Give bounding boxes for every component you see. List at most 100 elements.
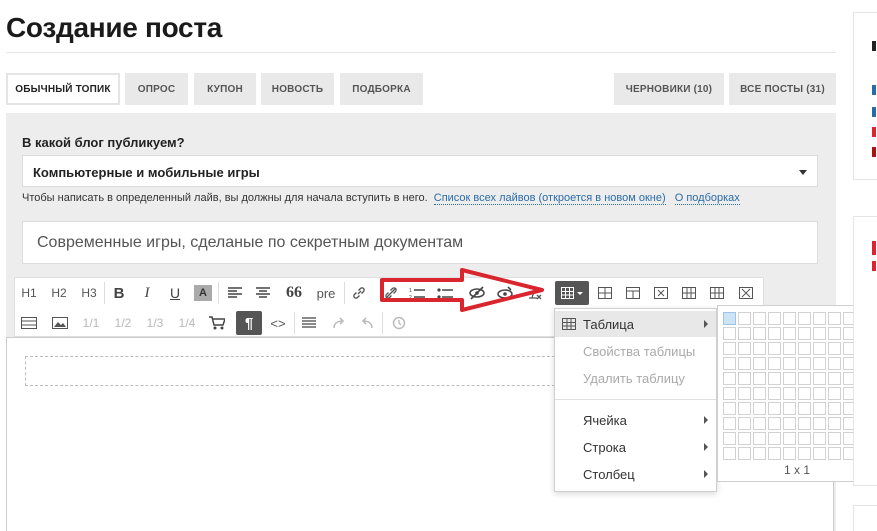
table-size-cell[interactable] [738, 402, 751, 415]
bold-button[interactable]: B [108, 282, 130, 304]
table-size-cell[interactable] [738, 432, 751, 445]
column-1-1-button[interactable]: 1/1 [78, 312, 104, 334]
menu-item-row[interactable]: Строка [555, 434, 716, 460]
table-size-cell[interactable] [723, 342, 736, 355]
insert-table-row-below-icon[interactable] [622, 282, 644, 304]
table-size-cell[interactable] [783, 387, 796, 400]
table-size-cell[interactable] [768, 417, 781, 430]
tab-drafts[interactable]: Черновики (10) [614, 73, 724, 105]
table-size-cell[interactable] [813, 312, 826, 325]
table-size-cell[interactable] [753, 327, 766, 340]
table-size-cell[interactable] [783, 432, 796, 445]
table-size-cell[interactable] [753, 342, 766, 355]
column-1-4-button[interactable]: 1/4 [174, 312, 200, 334]
table-size-cell[interactable] [783, 327, 796, 340]
table-size-cell[interactable] [768, 387, 781, 400]
table-size-cell[interactable] [828, 312, 841, 325]
align-center-icon[interactable] [252, 282, 274, 304]
table-size-cell[interactable] [723, 432, 736, 445]
table-size-cell[interactable] [768, 447, 781, 460]
table-size-cell[interactable] [768, 357, 781, 370]
h3-button[interactable]: H3 [77, 282, 101, 304]
table-size-cell[interactable] [783, 372, 796, 385]
table-size-cell[interactable] [768, 432, 781, 445]
table-size-cell[interactable] [723, 312, 736, 325]
table-size-cell[interactable] [723, 327, 736, 340]
horizontal-rule-icon[interactable] [298, 312, 320, 334]
table-size-cell[interactable] [738, 312, 751, 325]
history-icon[interactable] [388, 312, 410, 334]
table-size-cell[interactable] [798, 387, 811, 400]
table-size-cell[interactable] [738, 342, 751, 355]
table-size-cell[interactable] [828, 402, 841, 415]
table-size-cell[interactable] [813, 372, 826, 385]
table-size-cell[interactable] [783, 342, 796, 355]
table-size-cell[interactable] [813, 447, 826, 460]
table-size-cell[interactable] [723, 417, 736, 430]
column-1-3-button[interactable]: 1/3 [142, 312, 168, 334]
tab-collection[interactable]: Подборка [340, 73, 423, 105]
table-size-cell[interactable] [723, 402, 736, 415]
about-collections-link[interactable]: О подборках [674, 192, 740, 205]
table-size-cell[interactable] [753, 312, 766, 325]
table-button[interactable] [555, 281, 589, 305]
table-size-cell[interactable] [798, 327, 811, 340]
table-size-cell[interactable] [813, 417, 826, 430]
table-size-cell[interactable] [813, 327, 826, 340]
table-size-cell[interactable] [723, 447, 736, 460]
table-size-cell[interactable] [798, 357, 811, 370]
tab-poll[interactable]: Опрос [125, 73, 188, 105]
delete-table-row-icon[interactable] [650, 282, 672, 304]
editor-placeholder-block[interactable] [25, 356, 585, 386]
table-size-cell[interactable] [738, 447, 751, 460]
redo-icon[interactable] [328, 312, 350, 334]
underline-button[interactable]: U [164, 282, 186, 304]
insert-table-row-above-icon[interactable] [594, 282, 616, 304]
pre-button[interactable]: pre [312, 282, 340, 304]
h2-button[interactable]: H2 [47, 282, 71, 304]
column-1-2-button[interactable]: 1/2 [110, 312, 136, 334]
cart-icon[interactable] [206, 312, 228, 334]
table-size-cell[interactable] [753, 357, 766, 370]
table-size-cell[interactable] [768, 372, 781, 385]
tab-all-posts[interactable]: Все посты (31) [729, 73, 836, 105]
table-size-cell[interactable] [768, 342, 781, 355]
table-size-cell[interactable] [798, 312, 811, 325]
table-size-cell[interactable] [798, 417, 811, 430]
table-size-cell[interactable] [753, 417, 766, 430]
post-title-input[interactable]: Современные игры, сделаные по секретным … [22, 221, 818, 264]
table-size-cell[interactable] [723, 372, 736, 385]
table-size-cell[interactable] [738, 357, 751, 370]
image-icon[interactable] [48, 312, 72, 334]
video-icon[interactable] [17, 312, 41, 334]
table-size-cell[interactable] [783, 417, 796, 430]
table-size-cell[interactable] [738, 387, 751, 400]
table-size-cell[interactable] [828, 357, 841, 370]
tab-coupon[interactable]: Купон [194, 73, 256, 105]
table-size-cell[interactable] [798, 432, 811, 445]
paragraph-icon[interactable]: ¶ [236, 311, 262, 335]
insert-table-column-after-icon[interactable] [706, 282, 728, 304]
table-size-cell[interactable] [828, 417, 841, 430]
table-size-cell[interactable] [783, 402, 796, 415]
table-size-cell[interactable] [723, 357, 736, 370]
table-size-cell[interactable] [783, 357, 796, 370]
table-size-cell[interactable] [798, 402, 811, 415]
table-size-cell[interactable] [813, 402, 826, 415]
tab-regular-topic[interactable]: Обычный топик [6, 73, 120, 105]
table-size-cell[interactable] [828, 387, 841, 400]
table-size-cell[interactable] [828, 447, 841, 460]
table-size-cell[interactable] [813, 342, 826, 355]
insert-table-column-icon[interactable] [678, 282, 700, 304]
table-size-cell[interactable] [813, 357, 826, 370]
table-size-cell[interactable] [753, 387, 766, 400]
h1-button[interactable]: H1 [17, 282, 41, 304]
table-size-cell[interactable] [798, 447, 811, 460]
table-size-cell[interactable] [798, 372, 811, 385]
table-size-cell[interactable] [723, 387, 736, 400]
menu-item-delete-table[interactable]: Удалить таблицу [555, 365, 716, 391]
tab-news[interactable]: Новость [261, 73, 334, 105]
menu-item-cell[interactable]: Ячейка [555, 407, 716, 433]
table-size-cell[interactable] [738, 372, 751, 385]
table-size-cell[interactable] [813, 387, 826, 400]
